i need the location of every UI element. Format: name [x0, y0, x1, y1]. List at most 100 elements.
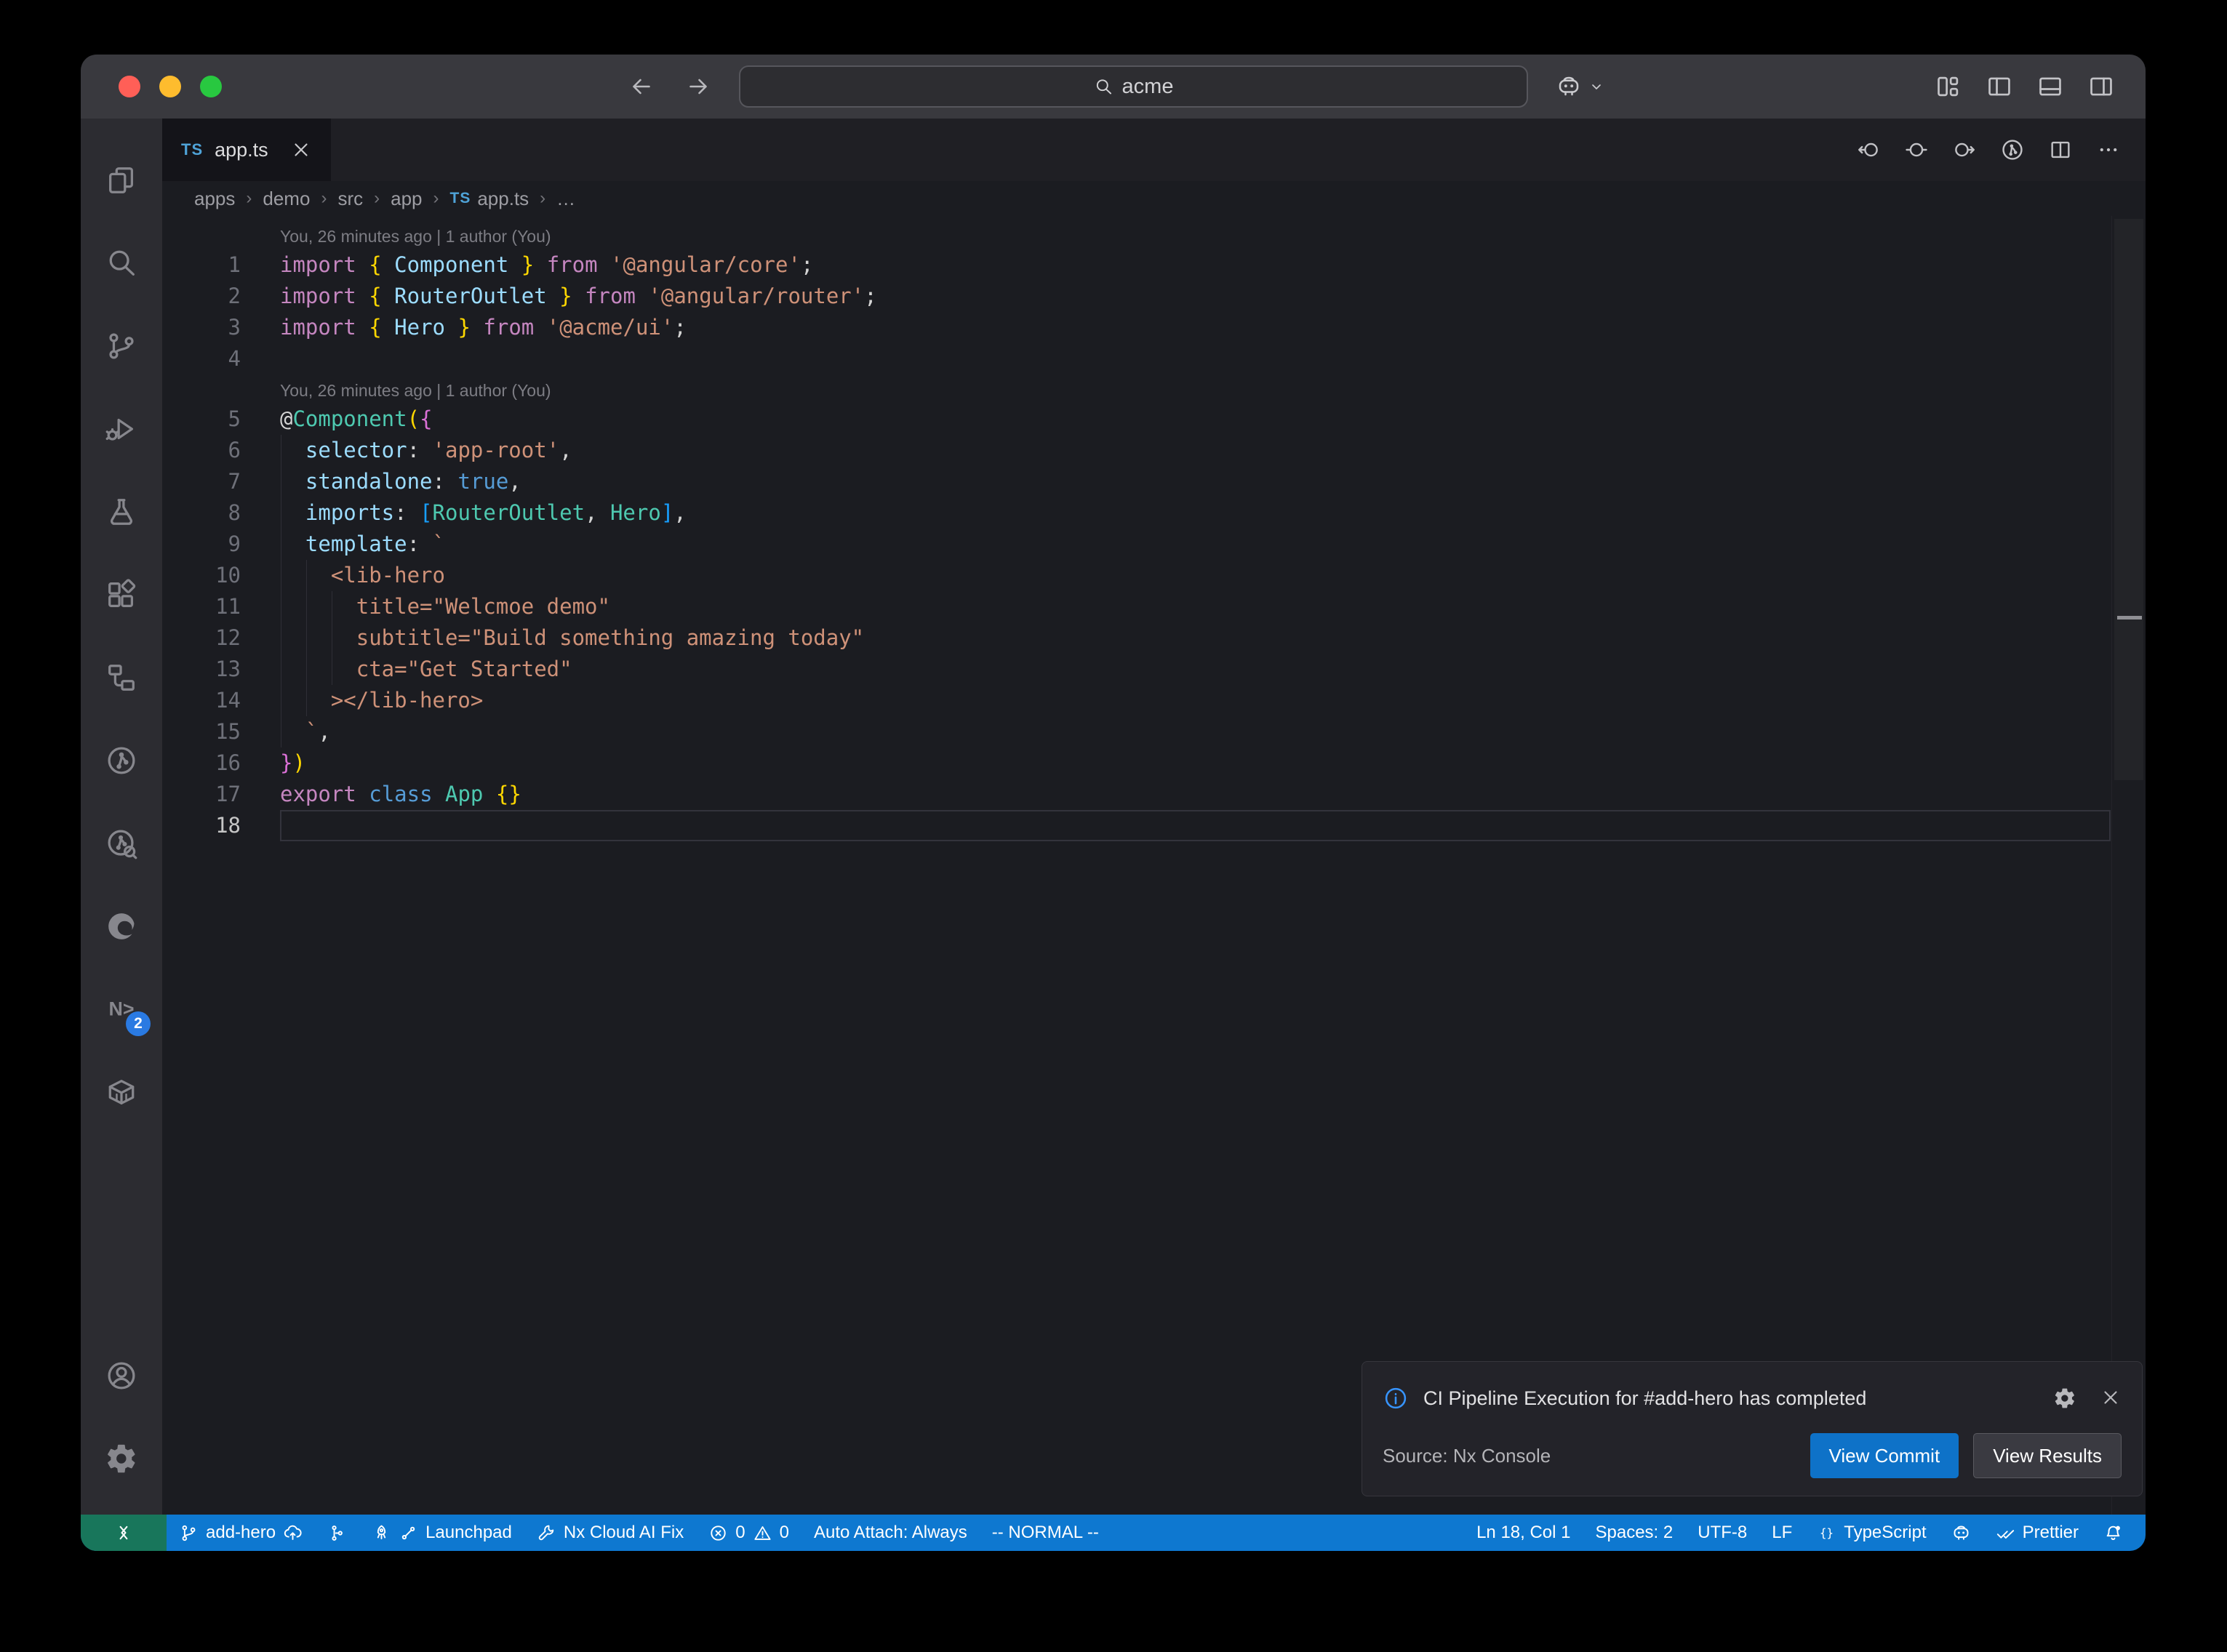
notification-close-icon[interactable] — [2100, 1387, 2122, 1408]
activity-bar-item-source-control[interactable] — [81, 305, 162, 388]
line-number[interactable]: 11 — [162, 591, 280, 622]
status-item-launchpad[interactable]: Launchpad — [359, 1515, 524, 1551]
status-item-encoding[interactable]: UTF-8 — [1685, 1515, 1759, 1551]
line-number[interactable]: 2 — [162, 281, 280, 312]
line-content[interactable]: @Component({ — [280, 404, 2146, 435]
activity-bar-item-run-debug[interactable] — [81, 388, 162, 470]
line-number[interactable]: 13 — [162, 654, 280, 685]
breadcrumb-item[interactable]: src — [337, 188, 363, 210]
line-content[interactable]: import { RouterOutlet } from '@angular/r… — [280, 281, 2146, 312]
activity-bar-item-gitlens[interactable] — [81, 719, 162, 802]
gitlens-next-change-button[interactable] — [1952, 137, 1977, 162]
breadcrumb-item[interactable]: TSapp.ts — [450, 188, 529, 210]
status-item-language-mode[interactable]: {}TypeScript — [1804, 1515, 1938, 1551]
close-window-button[interactable] — [119, 76, 140, 97]
breadcrumb-item[interactable]: … — [556, 188, 575, 210]
tab-app-ts[interactable]: TS app.ts — [162, 119, 331, 181]
line-number[interactable]: 9 — [162, 529, 280, 560]
line-content[interactable]: You, 26 minutes ago | 1 author (You) — [280, 374, 2146, 404]
line-content[interactable]: <lib-hero — [280, 560, 2146, 591]
line-number[interactable]: 12 — [162, 622, 280, 654]
line-number[interactable] — [162, 220, 280, 249]
code-editor[interactable]: You, 26 minutes ago | 1 author (You)1imp… — [162, 216, 2146, 1515]
line-number[interactable]: 16 — [162, 747, 280, 779]
line-content[interactable]: title="Welcmoe demo" — [280, 591, 2146, 622]
activity-bar-item-hierarchy[interactable] — [81, 636, 162, 719]
line-content[interactable]: }) — [280, 747, 2146, 779]
copilot-menu[interactable] — [1556, 73, 1605, 100]
line-content[interactable]: import { Hero } from '@acme/ui'; — [280, 312, 2146, 343]
status-item-cursor-position[interactable]: Ln 18, Col 1 — [1464, 1515, 1583, 1551]
line-content[interactable] — [280, 810, 2111, 841]
layout-customize-button[interactable] — [1935, 73, 1962, 100]
status-item-nx-cloud-ai-fix[interactable]: Nx Cloud AI Fix — [524, 1515, 696, 1551]
layout-sidebar-left-button[interactable] — [1986, 73, 2013, 100]
split-editor-button[interactable] — [2048, 137, 2073, 162]
breadcrumb-item[interactable]: app — [391, 188, 422, 210]
line-number[interactable]: 4 — [162, 343, 280, 374]
gitlens-graph-button[interactable] — [2000, 137, 2025, 162]
activity-bar-item-search[interactable] — [81, 222, 162, 305]
line-content[interactable]: `, — [280, 716, 2146, 747]
layout-sidebar-right-button[interactable] — [2087, 73, 2115, 100]
arrow-left-icon[interactable] — [628, 73, 655, 100]
line-number[interactable]: 5 — [162, 404, 280, 435]
gitlens-prev-change-button[interactable] — [1856, 137, 1881, 162]
line-content[interactable]: imports: [RouterOutlet, Hero], — [280, 497, 2146, 529]
line-number[interactable]: 8 — [162, 497, 280, 529]
more-actions-button[interactable] — [2096, 137, 2121, 162]
line-number[interactable]: 14 — [162, 685, 280, 716]
line-content[interactable] — [280, 343, 2146, 374]
line-content[interactable]: export class App {} — [280, 779, 2146, 810]
close-tab-icon[interactable] — [290, 139, 312, 161]
status-item-prettier[interactable]: Prettier — [1983, 1515, 2091, 1551]
zoom-window-button[interactable] — [200, 76, 222, 97]
activity-bar-item-settings[interactable] — [81, 1417, 162, 1500]
line-number[interactable]: 18 — [162, 810, 280, 841]
notification-settings-icon[interactable] — [2053, 1387, 2076, 1410]
activity-bar-item-containers[interactable] — [81, 1051, 162, 1134]
line-number[interactable] — [162, 374, 280, 404]
line-number[interactable]: 3 — [162, 312, 280, 343]
activity-bar-item-edge[interactable] — [81, 885, 162, 968]
line-number[interactable]: 1 — [162, 249, 280, 281]
activity-bar-item-nx-console[interactable]: N>2 — [81, 968, 162, 1051]
line-content[interactable]: template: ` — [280, 529, 2146, 560]
remote-indicator[interactable] — [81, 1515, 167, 1551]
view-results-button[interactable]: View Results — [1973, 1433, 2122, 1478]
line-number[interactable]: 17 — [162, 779, 280, 810]
activity-bar-item-gitlens-inspect[interactable] — [81, 802, 162, 885]
breadcrumb-item[interactable]: apps — [194, 188, 235, 210]
activity-bar-item-extensions[interactable] — [81, 553, 162, 636]
line-number[interactable]: 15 — [162, 716, 280, 747]
command-center-search[interactable]: acme — [739, 65, 1528, 108]
line-content[interactable]: You, 26 minutes ago | 1 author (You) — [280, 220, 2146, 249]
line-content[interactable]: import { Component } from '@angular/core… — [280, 249, 2146, 281]
gitlens-revision-button[interactable] — [1904, 137, 1929, 162]
line-number[interactable]: 6 — [162, 435, 280, 466]
line-content[interactable]: subtitle="Build something amazing today" — [280, 622, 2146, 654]
minimize-window-button[interactable] — [159, 76, 181, 97]
line-number[interactable]: 7 — [162, 466, 280, 497]
status-item-notifications[interactable] — [2091, 1515, 2135, 1551]
status-item-auto-attach[interactable]: Auto Attach: Always — [801, 1515, 980, 1551]
activity-bar-item-explorer[interactable] — [81, 139, 162, 222]
layout-panel-button[interactable] — [2036, 73, 2064, 100]
status-item-vim-mode[interactable]: -- NORMAL -- — [980, 1515, 1111, 1551]
status-item-git-branch[interactable]: add-hero — [167, 1515, 315, 1551]
line-content[interactable]: cta="Get Started" — [280, 654, 2146, 685]
line-number[interactable]: 10 — [162, 560, 280, 591]
status-item-eol[interactable]: LF — [1759, 1515, 1804, 1551]
view-commit-button[interactable]: View Commit — [1810, 1433, 1959, 1478]
status-item-copilot-status[interactable] — [1939, 1515, 1983, 1551]
status-item-commit-graph[interactable] — [315, 1515, 359, 1551]
arrow-right-icon[interactable] — [685, 73, 711, 100]
activity-bar-item-testing[interactable] — [81, 470, 162, 553]
breadcrumb-item[interactable]: demo — [263, 188, 310, 210]
status-item-indentation[interactable]: Spaces: 2 — [1583, 1515, 1686, 1551]
activity-bar-item-account[interactable] — [81, 1334, 162, 1417]
line-content[interactable]: standalone: true, — [280, 466, 2146, 497]
line-content[interactable]: selector: 'app-root', — [280, 435, 2146, 466]
status-item-problems[interactable]: 00 — [696, 1515, 801, 1551]
line-content[interactable]: ></lib-hero> — [280, 685, 2146, 716]
